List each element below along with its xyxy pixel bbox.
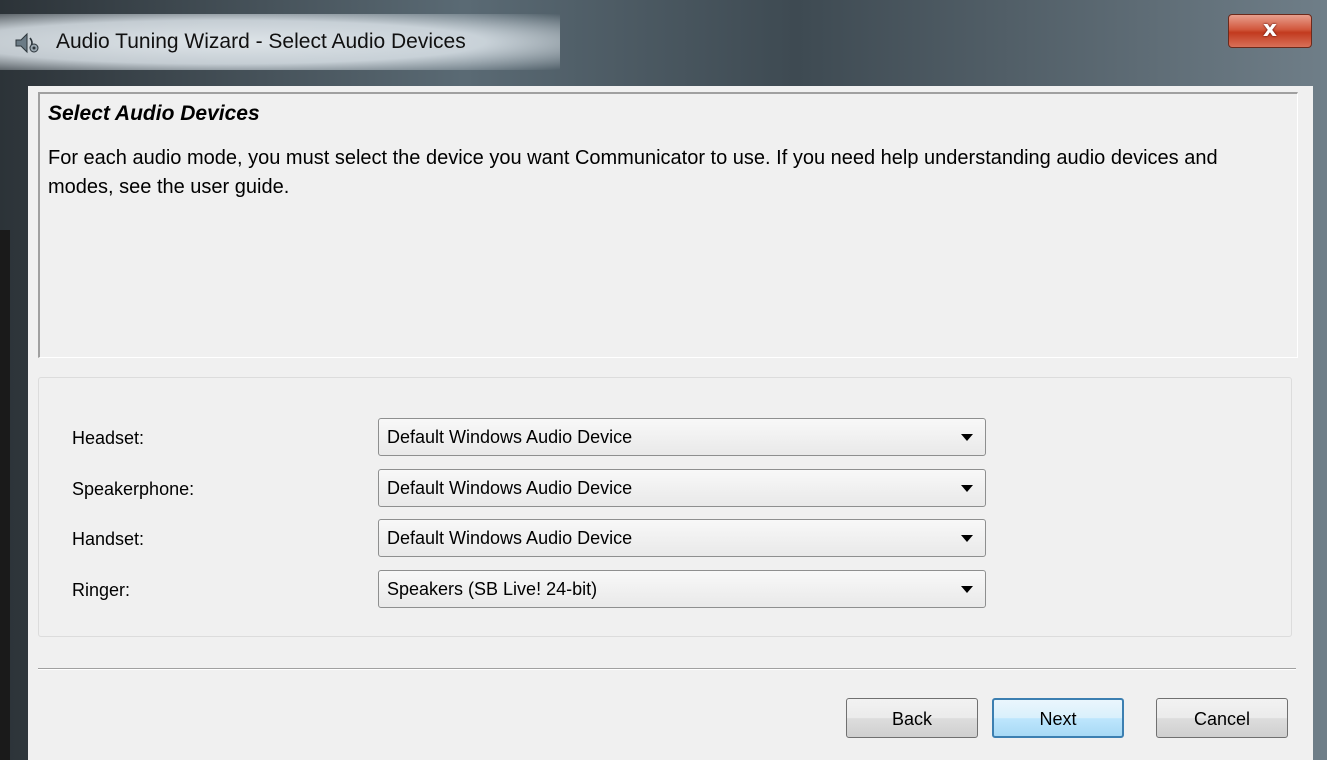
ringer-select[interactable]: Speakers (SB Live! 24-bit) — [378, 570, 986, 608]
chevron-down-icon — [961, 434, 973, 441]
title-bar[interactable]: Audio Tuning Wizard - Select Audio Devic… — [0, 0, 1327, 82]
window-title: Audio Tuning Wizard - Select Audio Devic… — [56, 30, 466, 53]
chevron-down-icon — [961, 485, 973, 492]
page-description: For each audio mode, you must select the… — [48, 147, 1218, 198]
page-title: Select Audio Devices — [48, 102, 260, 125]
headset-select[interactable]: Default Windows Audio Device — [378, 418, 986, 456]
handset-select[interactable]: Default Windows Audio Device — [378, 519, 986, 557]
dialog-window: Audio Tuning Wizard - Select Audio Devic… — [0, 0, 1327, 760]
next-button[interactable]: Next — [992, 698, 1124, 738]
chevron-down-icon — [961, 535, 973, 542]
handset-select-value: Default Windows Audio Device — [387, 528, 633, 548]
footer-separator — [38, 668, 1296, 670]
ringer-label: Ringer: — [72, 580, 131, 600]
window-shadow-edge — [0, 230, 10, 760]
close-button[interactable]: x — [1228, 14, 1312, 48]
headset-label: Headset: — [72, 428, 145, 448]
speakerphone-select[interactable]: Default Windows Audio Device — [378, 469, 986, 507]
cancel-button[interactable]: Cancel — [1156, 698, 1288, 738]
speaker-settings-icon — [14, 30, 40, 56]
ringer-select-value: Speakers (SB Live! 24-bit) — [387, 579, 598, 599]
headset-select-value: Default Windows Audio Device — [387, 427, 633, 447]
back-button[interactable]: Back — [846, 698, 978, 738]
chevron-down-icon — [961, 586, 973, 593]
speakerphone-select-value: Default Windows Audio Device — [387, 478, 633, 498]
handset-label: Handset: — [72, 529, 145, 549]
header-panel: Select Audio Devices For each audio mode… — [38, 92, 1298, 358]
speakerphone-label: Speakerphone: — [72, 479, 195, 499]
